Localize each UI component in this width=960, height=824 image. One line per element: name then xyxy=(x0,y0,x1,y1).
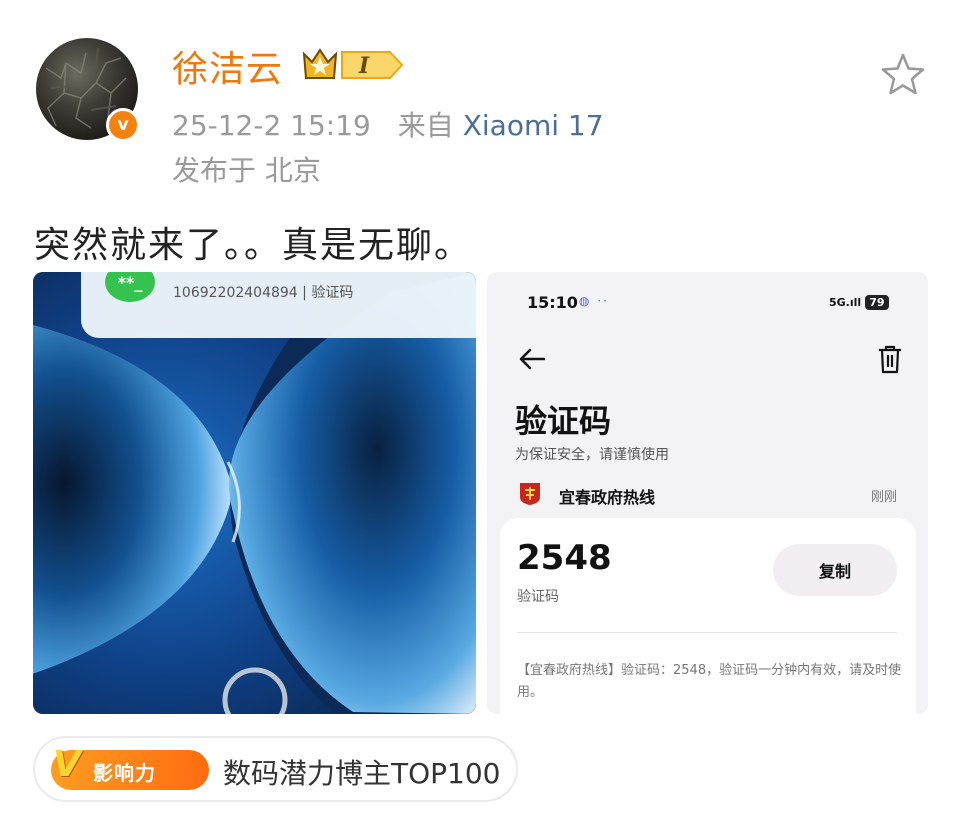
username[interactable]: 徐洁云 xyxy=(172,40,283,92)
sender-time: 刚刚 xyxy=(870,490,897,505)
post-text: 突然就来了。。真是无聊。 xyxy=(34,225,473,266)
status-bar-right: 5G.ıll 79 xyxy=(829,292,889,312)
influence-v-letter: V xyxy=(53,744,81,785)
sender-name: 宜春政府热线 xyxy=(559,488,656,507)
influence-badge[interactable]: V 影响力 数码潜力博主TOP100 xyxy=(33,736,518,802)
sms-body: 【宜春政府热线】验证码：2548，验证码一分钟内有效，请及时使用。 xyxy=(517,663,902,700)
status-time: 15:10 xyxy=(527,293,578,312)
status-notification-icons: ◍ ·· xyxy=(579,294,609,308)
influence-icon: V 影响力 xyxy=(51,744,209,790)
sms-notification[interactable]: **_ **** 10692202404894 | 验证码 xyxy=(81,272,476,338)
copy-button[interactable]: 复制 xyxy=(773,544,897,596)
post-image-left[interactable]: **_ **** 10692202404894 | 验证码 xyxy=(33,272,476,714)
post-date: 25-12-2 15:19 xyxy=(172,109,371,142)
code-label: 验证码 xyxy=(517,589,559,605)
sms-subtitle: 为保证安全，请谨慎使用 xyxy=(515,447,669,463)
post-image-right[interactable]: 15:10 ◍ ·· 5G.ıll 79 验证码 为保证安全，请谨慎使用 宜春政… xyxy=(487,272,928,714)
notification-title: **** xyxy=(173,272,201,278)
post-meta: 25-12-2 15:19 来自 Xiaomi 17 xyxy=(172,104,604,144)
crown-level-badge-icon: I xyxy=(302,48,404,79)
notification-subtitle: 10692202404894 | 验证码 xyxy=(173,285,354,301)
star-icon[interactable] xyxy=(880,52,926,96)
influence-badge-text: 数码潜力博主TOP100 xyxy=(223,757,501,790)
sender-logo-icon xyxy=(520,483,540,505)
trash-icon[interactable] xyxy=(877,344,903,374)
post-location: 发布于 北京 xyxy=(172,154,321,187)
battery-icon: 79 xyxy=(865,294,889,310)
device-link[interactable]: Xiaomi 17 xyxy=(463,109,604,142)
signal-icon: 5G.ıll xyxy=(829,295,862,309)
sender-row: 宜春政府热线 刚刚 xyxy=(517,482,897,510)
source-prefix: 来自 xyxy=(397,109,454,142)
divider xyxy=(517,632,897,633)
verification-code: 2548 xyxy=(517,538,612,578)
verified-badge-icon: v xyxy=(106,108,140,142)
message-icon: **_ xyxy=(105,272,155,302)
influence-icon-text: 影响力 xyxy=(93,761,156,785)
verification-card: 2548 验证码 复制 【宜春政府热线】验证码：2548，验证码一分钟内有效，请… xyxy=(500,518,916,714)
sms-title: 验证码 xyxy=(515,402,612,440)
svg-text:I: I xyxy=(358,53,370,79)
back-arrow-icon[interactable] xyxy=(517,344,547,374)
